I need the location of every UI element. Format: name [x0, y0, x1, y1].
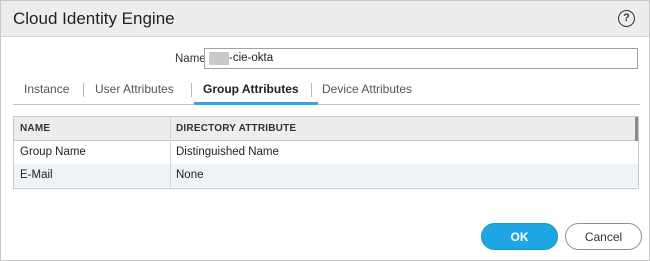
- column-divider: [170, 117, 171, 188]
- cell-directory-attribute: Distinguished Name: [176, 146, 279, 158]
- tab-group-attributes[interactable]: Group Attributes: [203, 82, 299, 96]
- table-header: NAME DIRECTORY ATTRIBUTE: [14, 117, 638, 141]
- attribute-tabs: Instance User Attributes Group Attribute…: [13, 81, 640, 105]
- ok-button[interactable]: OK: [481, 223, 558, 250]
- table-row[interactable]: E-Mail None: [14, 164, 638, 187]
- redacted-prefix: [209, 52, 229, 65]
- column-header-name[interactable]: NAME: [20, 123, 50, 134]
- group-attributes-table: NAME DIRECTORY ATTRIBUTE Group Name Dist…: [13, 116, 639, 189]
- cell-directory-attribute: None: [176, 169, 204, 181]
- tab-divider: [311, 83, 312, 97]
- tab-user-attributes[interactable]: User Attributes: [95, 82, 174, 96]
- dialog-titlebar: Cloud Identity Engine ?: [1, 1, 649, 37]
- cancel-button[interactable]: Cancel: [565, 223, 642, 250]
- tab-divider: [191, 83, 192, 97]
- dialog-title: Cloud Identity Engine: [13, 9, 175, 28]
- help-icon[interactable]: ?: [618, 10, 635, 27]
- cell-name: E-Mail: [20, 169, 53, 181]
- scrollbar[interactable]: [635, 117, 638, 141]
- name-label: Name: [175, 53, 206, 65]
- tab-instance[interactable]: Instance: [24, 82, 69, 96]
- table-row[interactable]: Group Name Distinguished Name: [14, 141, 638, 164]
- column-header-directory-attribute[interactable]: DIRECTORY ATTRIBUTE: [176, 123, 296, 134]
- tab-device-attributes[interactable]: Device Attributes: [322, 82, 412, 96]
- tab-divider: [83, 83, 84, 97]
- name-value: -cie-okta: [229, 52, 274, 64]
- name-input[interactable]: -cie-okta: [204, 48, 638, 69]
- cell-name: Group Name: [20, 146, 86, 158]
- cloud-identity-engine-dialog: Cloud Identity Engine ? Name -cie-okta I…: [0, 0, 650, 261]
- active-tab-indicator: [194, 102, 318, 105]
